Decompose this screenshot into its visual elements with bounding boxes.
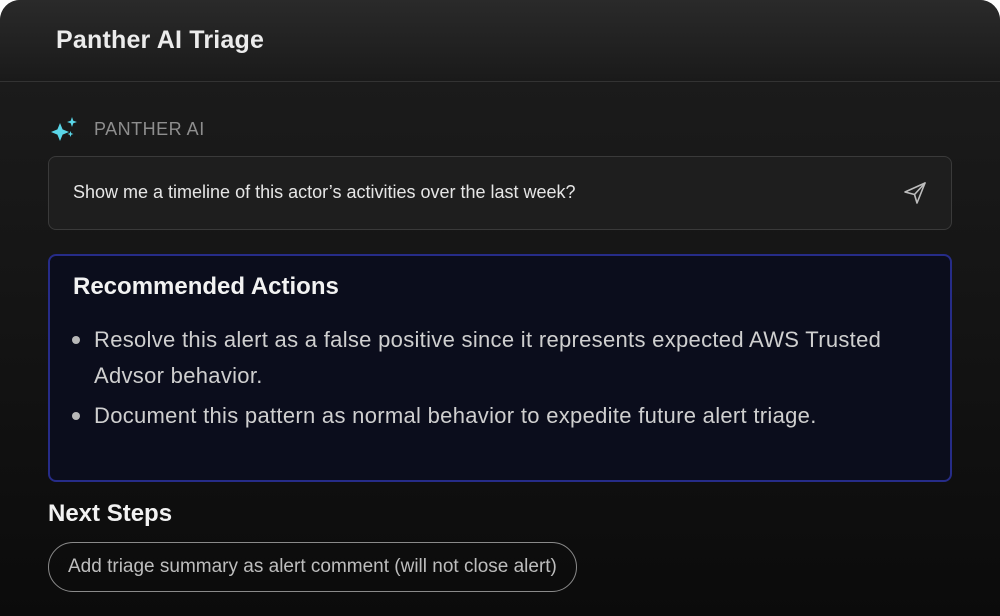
assistant-label: PANTHER AI <box>94 119 205 139</box>
query-text[interactable]: Show me a timeline of this actor’s activ… <box>73 182 576 203</box>
next-steps-title: Next Steps <box>48 500 173 527</box>
bullet-icon <box>72 336 80 344</box>
recommended-actions-list: Resolve this alert as a false positive s… <box>50 322 954 438</box>
list-item: Document this pattern as normal behavior… <box>50 398 954 434</box>
query-input[interactable]: Show me a timeline of this actor’s activ… <box>48 156 952 230</box>
send-icon[interactable] <box>901 179 929 207</box>
list-item-text: Resolve this alert as a false positive s… <box>94 327 882 388</box>
triage-panel: PANTHER AI Show me a timeline of this ac… <box>0 82 1000 616</box>
window-title: Panther AI Triage <box>56 26 265 54</box>
triage-window: Panther AI Triage PANTHER AI Show me a t… <box>0 0 1000 616</box>
title-bar: Panther AI Triage <box>0 0 1000 82</box>
add-triage-summary-button[interactable]: Add triage summary as alert comment (wil… <box>48 542 577 592</box>
list-item: Resolve this alert as a false positive s… <box>50 322 954 394</box>
recommended-actions-title: Recommended Actions <box>73 273 339 300</box>
bullet-icon <box>72 412 80 420</box>
list-item-text: Document this pattern as normal behavior… <box>94 403 817 428</box>
recommended-actions-panel: Recommended Actions Resolve this alert a… <box>48 254 952 482</box>
sparkle-icon <box>48 114 80 146</box>
